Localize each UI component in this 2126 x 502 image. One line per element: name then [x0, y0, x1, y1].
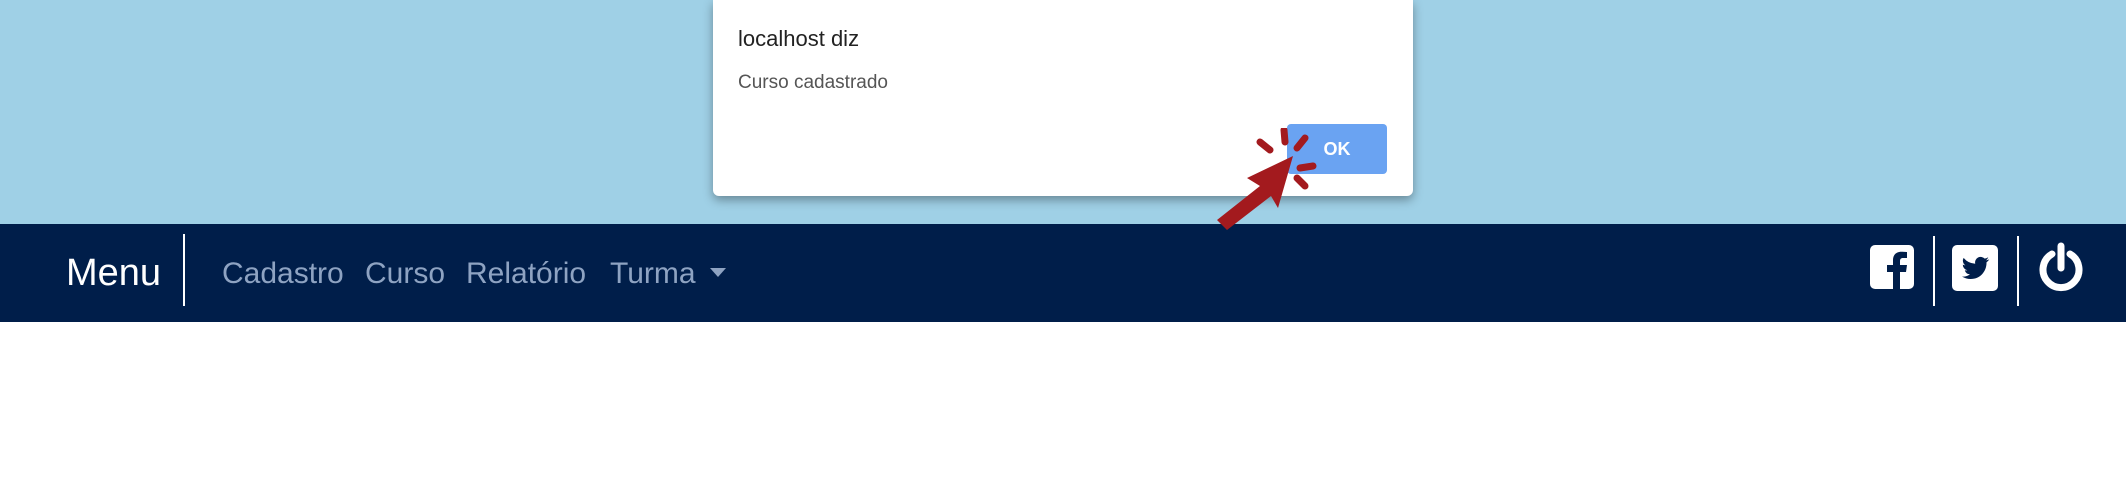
power-icon[interactable]	[2034, 242, 2088, 301]
nav-dropdown-turma[interactable]: Turma	[610, 252, 726, 296]
nav-link-label: Cadastro	[222, 257, 344, 290]
dialog-message: Curso cadastrado	[738, 72, 888, 93]
nav-link-relatorio[interactable]: Relatório	[466, 252, 586, 296]
brand-divider	[183, 234, 185, 306]
alert-dialog: localhost diz Curso cadastrado OK	[713, 0, 1413, 196]
twitter-icon[interactable]	[1951, 244, 1999, 297]
icon-divider	[1933, 236, 1935, 306]
navbar: Menu Cadastro Curso Relatório Turma	[0, 224, 2126, 322]
facebook-icon[interactable]	[1869, 244, 1915, 295]
nav-link-label: Turma	[610, 257, 696, 290]
page: Menu Cadastro Curso Relatório Turma loca…	[0, 0, 2126, 502]
caret-down-icon	[709, 267, 726, 277]
nav-link-label: Relatório	[466, 257, 587, 290]
ok-button[interactable]: OK	[1287, 124, 1387, 174]
nav-link-curso[interactable]: Curso	[365, 252, 445, 296]
dialog-title: localhost diz	[738, 26, 860, 51]
nav-link-cadastro[interactable]: Cadastro	[222, 252, 344, 296]
navbar-brand[interactable]: Menu	[66, 246, 161, 300]
icon-divider	[2017, 236, 2019, 306]
nav-link-label: Curso	[365, 257, 446, 290]
